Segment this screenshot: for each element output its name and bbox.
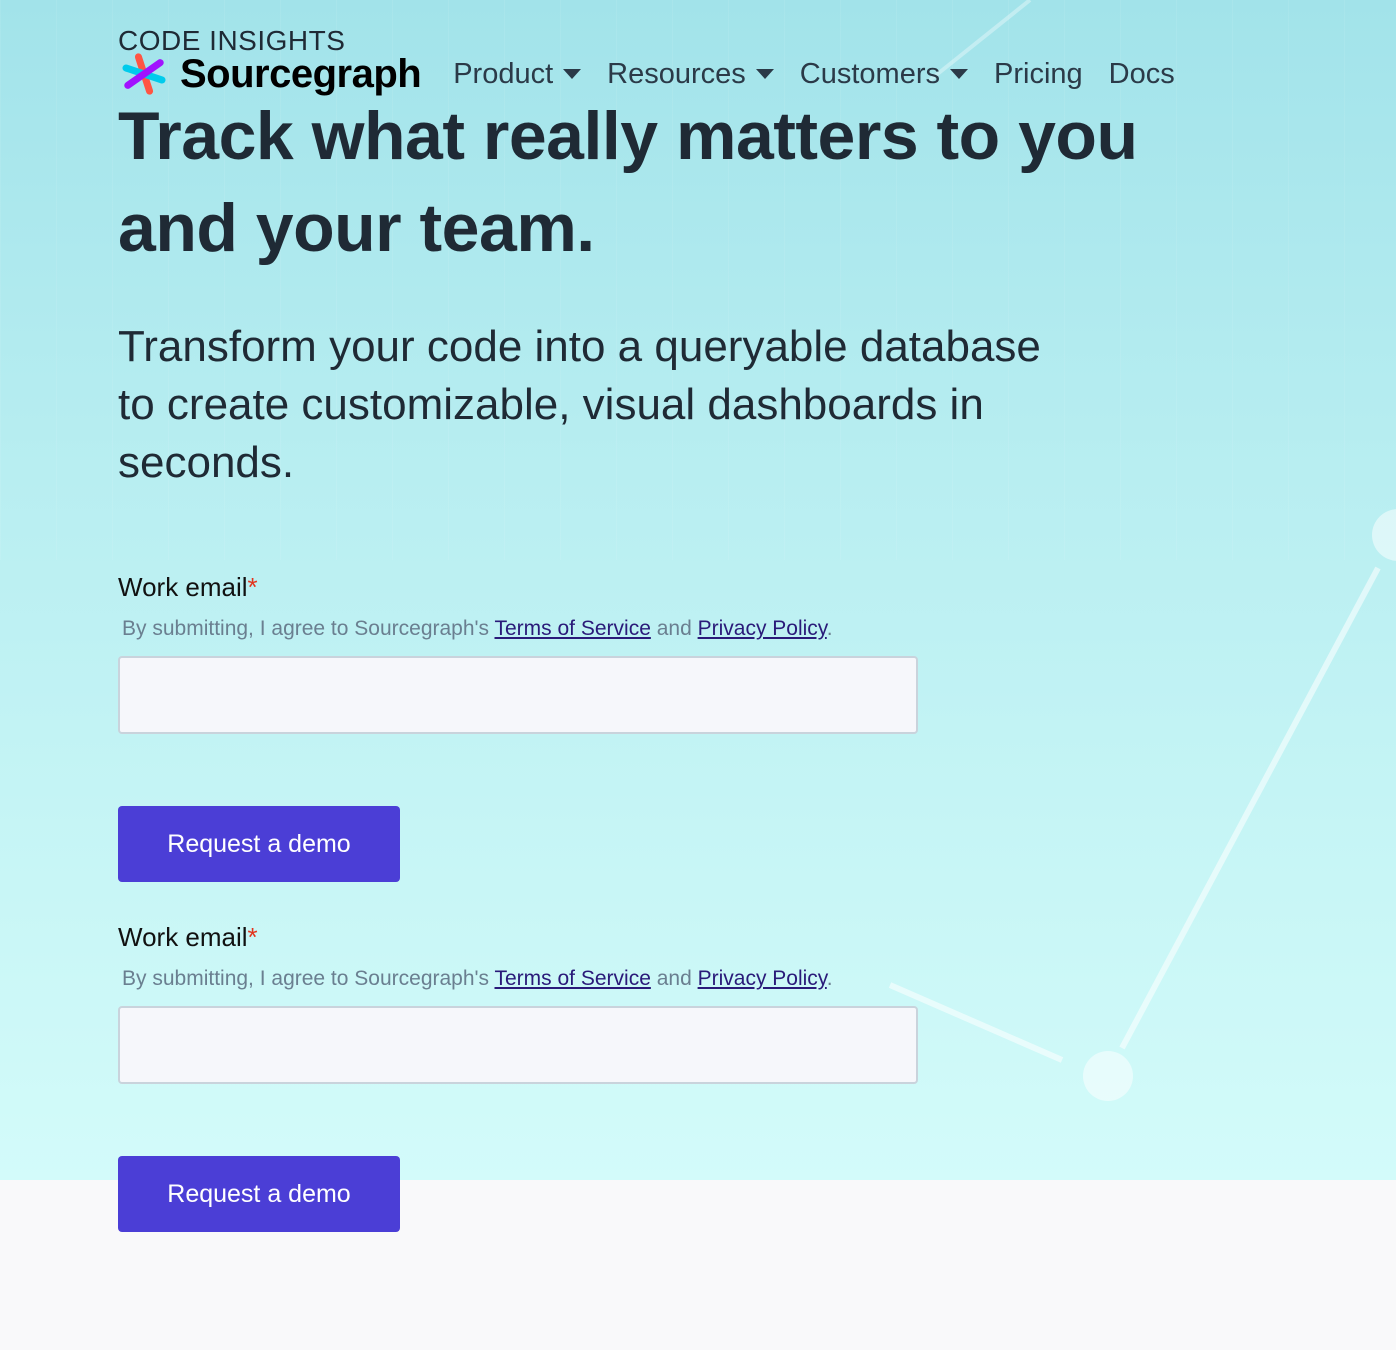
page-subtitle: Transform your code into a queryable dat…	[118, 322, 1041, 487]
terms-suffix: .	[826, 617, 833, 640]
terms-prefix: By submitting, I agree to Sourcegraph's	[122, 617, 495, 640]
demo-form-1: Work email* By submitting, I agree to So…	[118, 570, 918, 882]
page: CODE INSIGHTS Sourcegraph Product Resour…	[0, 0, 1396, 1350]
nav-item-product[interactable]: Product	[453, 57, 582, 91]
nav-item-label: Pricing	[994, 57, 1083, 90]
request-demo-button[interactable]: Request a demo	[118, 1156, 400, 1232]
privacy-policy-link[interactable]: Privacy Policy	[698, 617, 827, 640]
page-title: Track what really matters to you and you…	[118, 98, 1138, 266]
demo-form-2: Work email* By submitting, I agree to So…	[118, 920, 918, 1232]
nav-item-label: Customers	[799, 57, 940, 90]
terms-notice: By submitting, I agree to Sourcegraph's …	[122, 966, 918, 992]
email-field[interactable]	[118, 656, 918, 734]
nav-item-label: Product	[453, 57, 554, 90]
request-demo-button[interactable]: Request a demo	[118, 806, 400, 882]
terms-of-service-link[interactable]: Terms of Service	[495, 617, 651, 640]
email-field[interactable]	[118, 1006, 918, 1084]
nav-item-label: Docs	[1108, 57, 1175, 90]
terms-notice: By submitting, I agree to Sourcegraph's …	[122, 616, 918, 642]
privacy-policy-link[interactable]: Privacy Policy	[698, 967, 827, 990]
required-mark: *	[247, 572, 258, 602]
required-mark: *	[247, 922, 258, 952]
email-label-text: Work email	[118, 922, 248, 952]
email-label-text: Work email	[118, 572, 248, 602]
nav-item-docs[interactable]: Docs	[1109, 58, 1175, 91]
caret-down-icon	[563, 69, 582, 79]
nav-item-pricing[interactable]: Pricing	[994, 58, 1083, 91]
caret-down-icon	[755, 69, 774, 79]
terms-of-service-link[interactable]: Terms of Service	[495, 967, 651, 990]
nav-item-customers[interactable]: Customers	[800, 58, 968, 91]
nav-item-label: Resources	[607, 57, 746, 90]
terms-prefix: By submitting, I agree to Sourcegraph's	[122, 967, 495, 990]
email-label: Work email*	[118, 920, 918, 954]
terms-mid: and	[650, 617, 698, 640]
caret-down-icon	[950, 69, 968, 79]
terms-mid: and	[650, 967, 698, 990]
nav-item-resources[interactable]: Resources	[607, 58, 774, 91]
terms-suffix: .	[826, 967, 833, 990]
email-label: Work email*	[118, 570, 918, 604]
